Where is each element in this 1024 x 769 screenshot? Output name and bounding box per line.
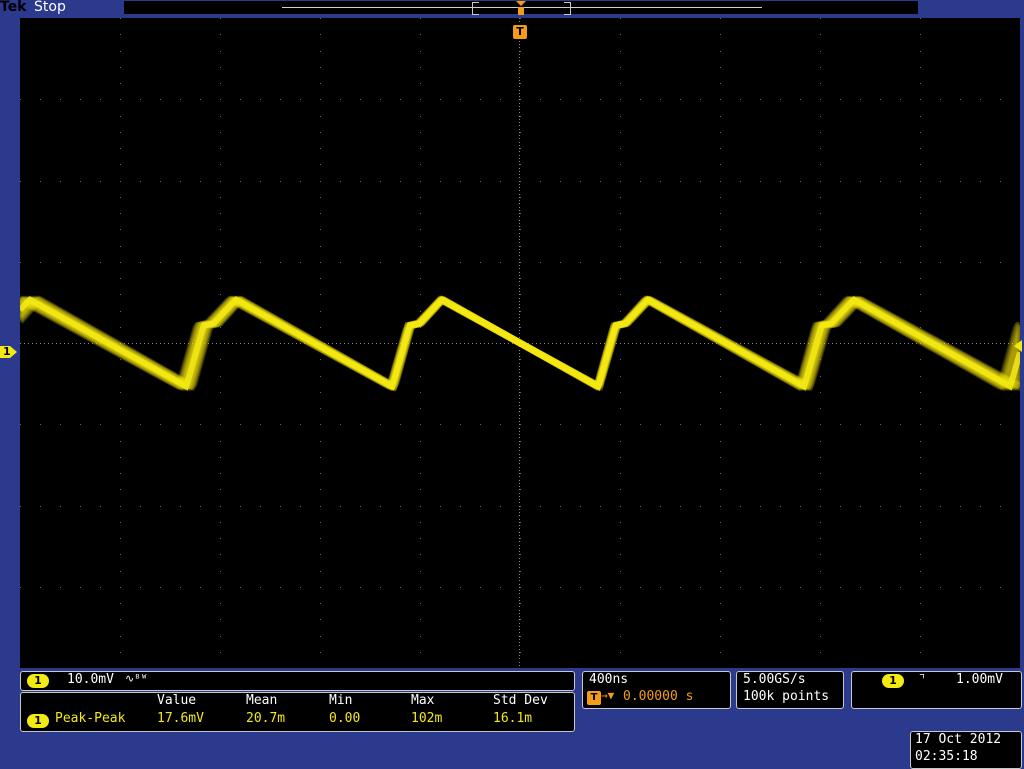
time: 02:35:18 xyxy=(915,749,978,764)
meas-header-mean: Mean xyxy=(246,693,278,708)
trigger-level-icon[interactable] xyxy=(1012,340,1022,352)
trigger-panel[interactable]: 1 ⌝ 1.00mV xyxy=(851,671,1022,709)
trigger-position-badge-icon: T xyxy=(587,691,601,705)
meas-row-mean: 20.7m xyxy=(246,711,286,726)
trigger-level: 1.00mV xyxy=(956,672,1003,687)
meas-header-value: Value xyxy=(157,693,197,708)
time-per-division: 400ns xyxy=(589,672,629,687)
trigger-position-icon xyxy=(516,1,526,15)
horizontal-panel[interactable]: 400ns T →▼ 0.00000 s xyxy=(582,671,731,709)
record-view-bar[interactable] xyxy=(124,1,918,15)
trigger-source-badge: 1 xyxy=(882,674,904,688)
channel1-marker-label: 1 xyxy=(3,345,11,358)
meas-row-stddev: 16.1m xyxy=(493,711,533,726)
trigger-point-icon[interactable]: T xyxy=(513,25,527,39)
channel1-waveform xyxy=(20,295,1020,392)
datetime-panel: 17 Oct 2012 02:35:18 xyxy=(910,731,1022,769)
status-bar: Tek Stop xyxy=(0,0,1024,16)
falling-edge-icon: ⌝ xyxy=(918,672,926,687)
bandwidth-limit-icon: ∿ᴮᵂ xyxy=(125,672,148,685)
record-view-end-bracket xyxy=(564,2,571,15)
channel1-settings-panel[interactable]: 1 10.0mV ∿ᴮᵂ xyxy=(20,671,575,691)
brand-logo: Tek xyxy=(0,0,27,15)
meas-row-channel-badge: 1 xyxy=(27,714,49,728)
channel1-scale: 10.0mV xyxy=(67,672,114,687)
record-view-start-bracket xyxy=(472,2,479,15)
date: 17 Oct 2012 xyxy=(915,732,1002,747)
meas-row-value: 17.6mV xyxy=(157,711,204,726)
meas-header-max: Max xyxy=(411,693,435,708)
meas-row-name: Peak-Peak xyxy=(55,711,126,726)
meas-header-min: Min xyxy=(329,693,353,708)
waveform-display[interactable] xyxy=(20,18,1020,668)
run-status[interactable]: Stop xyxy=(34,0,66,15)
channel1-badge: 1 xyxy=(27,674,49,688)
horizontal-position-arrow-icon: →▼ xyxy=(601,689,615,702)
meas-row-max: 102m xyxy=(411,711,443,726)
record-length: 100k points xyxy=(743,689,830,704)
horizontal-position: 0.00000 s xyxy=(623,689,694,704)
acquisition-panel[interactable]: 5.00GS/s 100k points xyxy=(736,671,844,709)
measurements-panel[interactable]: Value Mean Min Max Std Dev 1 Peak-Peak 1… xyxy=(20,692,575,732)
meas-row-min: 0.00 xyxy=(329,711,361,726)
meas-header-stddev: Std Dev xyxy=(493,693,548,708)
sample-rate: 5.00GS/s xyxy=(743,672,806,687)
